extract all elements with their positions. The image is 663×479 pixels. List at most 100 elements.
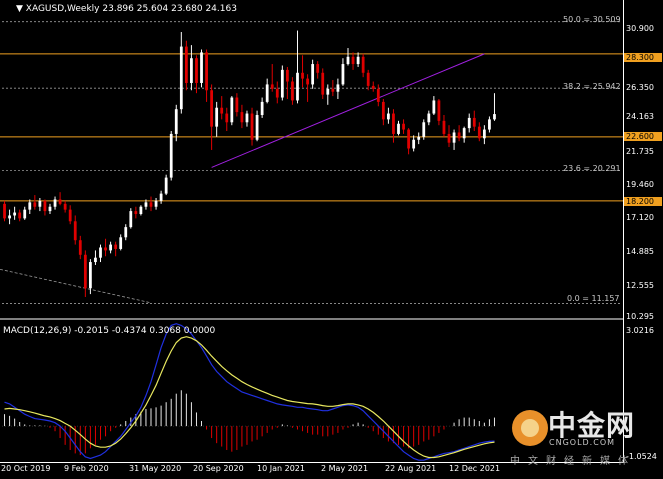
support-28300-label: 28.300: [624, 53, 662, 62]
symbol-label: XAGUSD,Weekly: [25, 4, 100, 14]
candle-body: [488, 119, 491, 130]
candle-body: [472, 117, 476, 127]
macd-signal-line: [4, 336, 495, 459]
candle-body: [89, 262, 92, 289]
candle-body: [392, 113, 395, 134]
candle-body: [493, 114, 496, 120]
candle-body: [83, 254, 87, 289]
fibo-236-label: 23.6 = 20.291: [563, 164, 621, 173]
candle-body: [387, 113, 390, 120]
candle-body: [179, 46, 183, 110]
candle-body: [336, 84, 340, 92]
candle-body: [255, 115, 259, 140]
candle-body: [452, 132, 456, 143]
candle-body: [270, 84, 274, 89]
candle-body: [144, 202, 148, 207]
candle-body: [432, 100, 436, 114]
candle-body: [114, 244, 118, 249]
trend-line: [211, 53, 485, 168]
macd-title: MACD(12,26,9) -0.2015 -0.4374 0.3068 0.0…: [3, 326, 216, 336]
candle-body: [33, 202, 37, 207]
fibo-382-label: 38.2 = 25.942: [563, 82, 621, 91]
candle-body: [371, 85, 375, 89]
price-label: 24.163: [626, 112, 654, 121]
candle-body: [306, 78, 309, 85]
candle-body: [195, 58, 198, 83]
price-label: 12.555: [626, 281, 654, 290]
candle-body: [13, 212, 17, 216]
candle-body: [285, 69, 289, 82]
candle-body: [3, 203, 6, 219]
candle-body: [260, 101, 264, 116]
candle-body: [205, 52, 208, 91]
candle-body: [104, 247, 107, 251]
time-label: 9 Feb 2020: [64, 464, 109, 473]
candle-body: [422, 122, 426, 137]
support-18200-label: 18.200: [624, 197, 662, 206]
candle-body: [225, 113, 229, 123]
price-label: 30.900: [626, 24, 654, 33]
candle-body: [351, 56, 355, 65]
candle-body: [230, 97, 234, 123]
candle-body: [210, 90, 214, 127]
support-22600-label: 22.600: [624, 132, 662, 141]
time-label: 10 Jan 2021: [257, 464, 305, 473]
price-label: 17.120: [626, 213, 654, 222]
candle-body: [23, 209, 27, 219]
candle-body: [8, 215, 11, 219]
logo-subtitle: 中文财经新媒体: [510, 456, 636, 467]
candle-body: [139, 206, 143, 215]
candle-body: [427, 113, 431, 123]
candle-body: [356, 56, 360, 65]
candle-body: [462, 128, 466, 139]
candle-body: [326, 88, 330, 95]
candle-body: [477, 126, 481, 139]
candle-body: [341, 64, 345, 85]
candle-body: [346, 56, 350, 65]
cngold-logo-mark-inner: [521, 419, 539, 437]
candle-body: [119, 237, 123, 249]
candle-body: [129, 211, 133, 228]
candle-body: [321, 72, 325, 95]
candle-body: [68, 209, 72, 222]
candle-body: [164, 177, 168, 194]
candle-body: [331, 88, 335, 92]
candle-body: [467, 117, 471, 129]
candle-body: [154, 200, 158, 207]
triangle-down-icon[interactable]: ▼: [16, 4, 23, 14]
candle-body: [447, 133, 451, 143]
candle-body: [134, 211, 138, 215]
candle-body: [397, 123, 400, 134]
candle-body: [275, 88, 279, 98]
price-label: 14.885: [626, 247, 654, 256]
candle-body: [482, 129, 486, 139]
candle-body: [28, 202, 32, 210]
candle-body: [184, 46, 188, 83]
candle-body: [109, 244, 112, 251]
candle-body: [235, 97, 239, 113]
time-label: 2 May 2021: [321, 464, 369, 473]
macd-top-label: 3.0216: [626, 326, 654, 335]
candle-body: [376, 88, 380, 102]
time-label: 31 May 2020: [129, 464, 182, 473]
candle-body: [149, 202, 153, 207]
candle-body: [220, 107, 224, 114]
candle-body: [78, 240, 82, 255]
chart-window[interactable]: ▼ XAGUSD,Weekly 23.896 25.604 23.680 24.…: [0, 0, 663, 479]
candle-body: [169, 133, 173, 178]
candle-body: [73, 221, 77, 241]
candle-body: [457, 132, 461, 139]
candle-body: [200, 52, 203, 83]
candle-body: [311, 64, 315, 85]
candle-body: [63, 203, 67, 210]
time-label: 20 Oct 2019: [1, 464, 51, 473]
candle-body: [412, 139, 416, 149]
candle-body: [94, 257, 97, 263]
time-label: 22 Aug 2021: [385, 464, 437, 473]
candle-body: [280, 69, 284, 98]
time-label: 20 Sep 2020: [193, 464, 244, 473]
candle-body: [291, 81, 294, 101]
price-label: 21.735: [626, 147, 654, 156]
fibo-50-label: 50.0 = 30.509: [563, 15, 621, 24]
symbol-title: ▼ XAGUSD,Weekly 23.896 25.604 23.680 24.…: [16, 4, 237, 14]
